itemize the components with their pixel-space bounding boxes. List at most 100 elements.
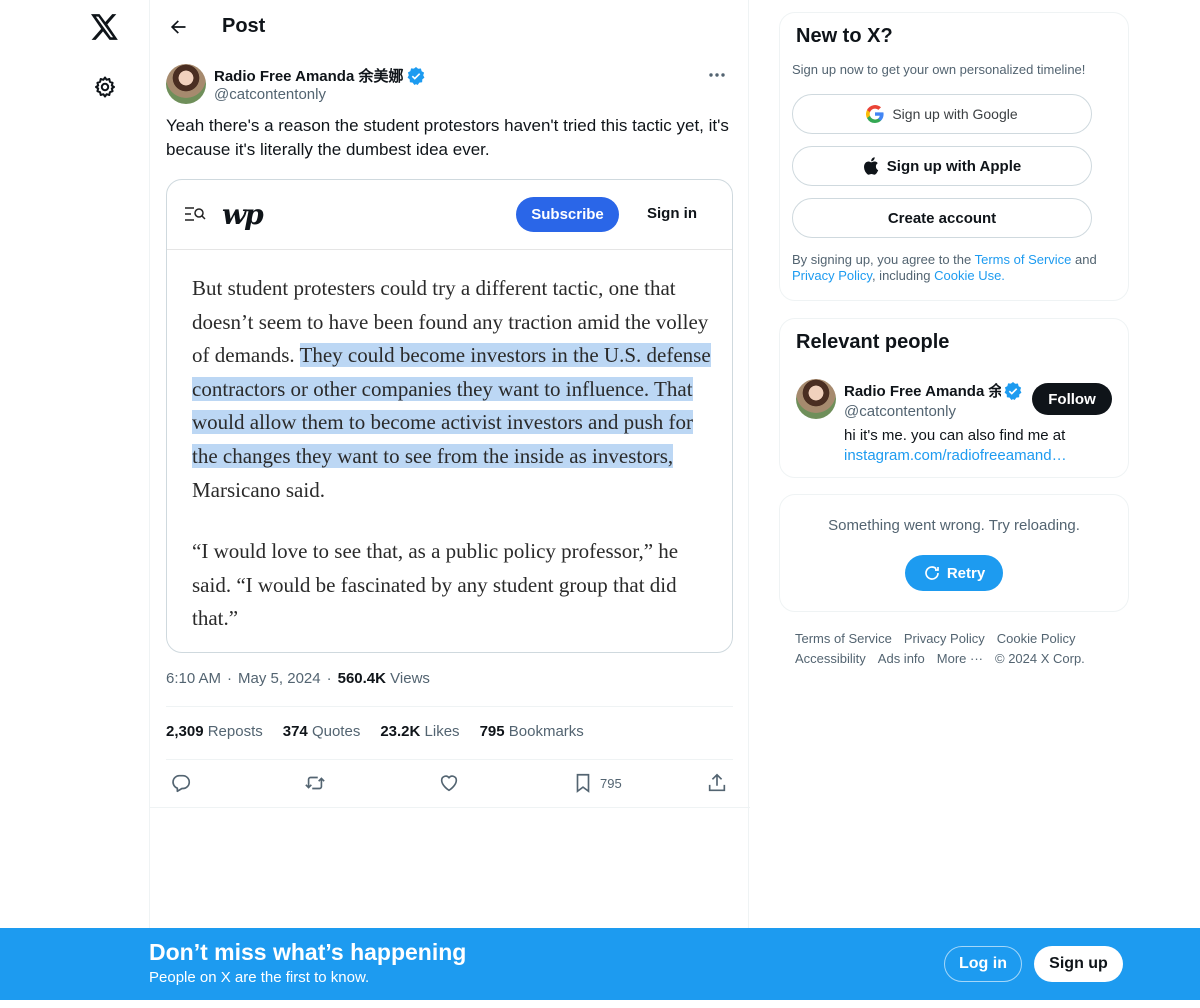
repost-icon[interactable]: [304, 766, 326, 800]
reposts-label: Reposts: [207, 723, 263, 740]
signup-title: New to X?: [796, 25, 893, 47]
wp-subscribe-button: Subscribe: [516, 197, 619, 232]
post-date[interactable]: May 5, 2024: [238, 670, 321, 687]
login-button[interactable]: Log in: [944, 946, 1022, 982]
left-nav: [0, 0, 150, 1008]
heart-icon[interactable]: [438, 766, 460, 800]
wp-signin-link: Sign in: [647, 205, 697, 222]
views-label: Views: [390, 670, 430, 687]
create-account-button[interactable]: Create account: [792, 198, 1092, 238]
apple-signup-label: Sign up with Apple: [886, 157, 1022, 175]
banner-subtitle: People on X are the first to know.: [149, 969, 370, 986]
menu-search-icon: [185, 207, 206, 221]
views: 560.4K Views: [338, 670, 430, 687]
post-header: Post: [150, 0, 748, 53]
article-excerpt: But student protesters could try a diffe…: [192, 272, 722, 636]
terms-link[interactable]: Terms of Service: [975, 252, 1072, 267]
avatar[interactable]: [166, 64, 206, 104]
follow-button[interactable]: Follow: [1032, 383, 1112, 415]
page-title: Post: [222, 15, 266, 37]
apple-icon: [863, 157, 878, 175]
divider: [166, 706, 733, 707]
privacy-link[interactable]: Privacy Policy: [792, 268, 872, 283]
gear-icon[interactable]: [89, 71, 121, 103]
relevant-person-bio: hi it's me. you can also find me at: [844, 427, 1066, 444]
bookmark-button[interactable]: 795: [572, 766, 622, 800]
author-name-text: Radio Free Amanda 余美娜: [214, 68, 404, 85]
quotes-label: Quotes: [311, 723, 361, 740]
signup-legal-text: By signing up, you agree to the Terms of…: [792, 252, 1122, 284]
separator-dot: ·: [326, 670, 332, 687]
wp-logo: wp: [222, 198, 264, 231]
verified-badge-icon: [408, 66, 425, 85]
article-paragraph: “I would love to see that, as a public p…: [192, 539, 679, 631]
footer-link-more[interactable]: More ···: [937, 649, 983, 669]
retry-button[interactable]: Retry: [905, 555, 1003, 591]
verified-badge-icon: [1004, 381, 1022, 400]
x-logo-icon[interactable]: [87, 9, 123, 45]
quotes-stat[interactable]: 374 Quotes: [283, 723, 361, 740]
legal-text: , including: [871, 268, 935, 283]
author-name[interactable]: Radio Free Amanda 余美娜: [214, 65, 425, 86]
arrow-left-icon[interactable]: [160, 9, 196, 45]
likes-stat[interactable]: 23.2K Likes: [380, 723, 459, 740]
footer-link-terms[interactable]: Terms of Service: [795, 629, 892, 649]
banner-title: Don’t miss what’s happening: [149, 939, 467, 965]
post-actions: 795: [166, 766, 733, 800]
article-paragraph: But student protesters could try a diffe…: [192, 272, 722, 507]
retry-label: Retry: [946, 564, 986, 582]
signup-banner: Don’t miss what’s happening People on X …: [0, 928, 1200, 1000]
divider: [150, 807, 750, 808]
bookmarks-stat[interactable]: 795 Bookmarks: [480, 723, 584, 740]
footer-link-accessibility[interactable]: Accessibility: [795, 649, 866, 669]
avatar[interactable]: [796, 379, 836, 419]
error-message: Something went wrong. Try reloading.: [828, 517, 1080, 534]
bookmarks-label: Bookmarks: [508, 723, 584, 740]
signup-button[interactable]: Sign up: [1034, 946, 1123, 982]
footer-links: Terms of Service Privacy Policy Cookie Pol…: [795, 629, 1125, 669]
main-column: Post Radio Free Amanda 余美娜 @catcontenton…: [149, 0, 750, 1008]
relevant-name-text: Radio Free Amanda 余: [844, 383, 1001, 400]
relevant-people-title: Relevant people: [796, 331, 950, 353]
bookmarks-count: 795: [479, 723, 505, 740]
footer-link-ads[interactable]: Ads info: [878, 649, 925, 669]
bottom-strip: [0, 1000, 1200, 1008]
post-meta: 6:10 AM · May 5, 2024 · 560.4K Views: [166, 670, 430, 687]
relevant-people-card: Relevant people Radio Free Amanda 余 @cat…: [779, 318, 1129, 478]
more-options-icon[interactable]: [702, 63, 732, 87]
reposts-stat[interactable]: 2,309 Reposts: [166, 723, 263, 740]
footer-link-privacy[interactable]: Privacy Policy: [904, 629, 985, 649]
likes-label: Likes: [424, 723, 460, 740]
google-signup-label: Sign up with Google: [892, 106, 1018, 122]
separator-dot: ·: [227, 670, 233, 687]
relevant-person-handle[interactable]: @catcontentonly: [844, 403, 956, 420]
google-icon: [866, 105, 884, 123]
legal-text: and: [1071, 252, 1097, 267]
quotes-count: 374: [282, 723, 308, 740]
footer-link-cookie[interactable]: Cookie Policy: [997, 629, 1076, 649]
article-text: Marsicano said.: [192, 477, 325, 502]
apple-signup-button[interactable]: Sign up with Apple: [792, 146, 1092, 186]
copyright: © 2024 X Corp.: [995, 651, 1085, 666]
refresh-icon: [925, 566, 939, 580]
share-icon[interactable]: [706, 766, 728, 800]
relevant-person-name[interactable]: Radio Free Amanda 余: [844, 380, 1022, 401]
bookmark-count: 795: [600, 775, 622, 791]
post-stats: 2,309 Reposts 374 Quotes 23.2K Likes 795…: [166, 723, 584, 740]
error-card: Something went wrong. Try reloading. Ret…: [779, 494, 1129, 612]
reposts-count: 2,309: [166, 723, 204, 740]
bio-link[interactable]: instagram.com/radiofreeamand…: [844, 447, 1067, 464]
reply-icon[interactable]: [170, 766, 192, 800]
wp-header-bar: wp Subscribe Sign in: [167, 180, 732, 250]
post-image[interactable]: wp Subscribe Sign in But student protest…: [166, 179, 733, 653]
author-handle[interactable]: @catcontentonly: [214, 86, 326, 103]
post-time[interactable]: 6:10 AM: [166, 670, 221, 687]
signup-card: New to X? Sign up now to get your own pe…: [779, 12, 1129, 301]
post-author: Radio Free Amanda 余美娜 @catcontentonly: [150, 63, 748, 119]
post-text: Yeah there's a reason the student protes…: [166, 116, 729, 159]
signup-subtitle: Sign up now to get your own personalized…: [792, 62, 1086, 77]
bookmark-icon: [576, 773, 590, 793]
views-count: 560.4K: [337, 670, 386, 687]
cookie-link[interactable]: Cookie Use.: [934, 268, 1005, 283]
google-signup-button[interactable]: Sign up with Google: [792, 94, 1092, 134]
